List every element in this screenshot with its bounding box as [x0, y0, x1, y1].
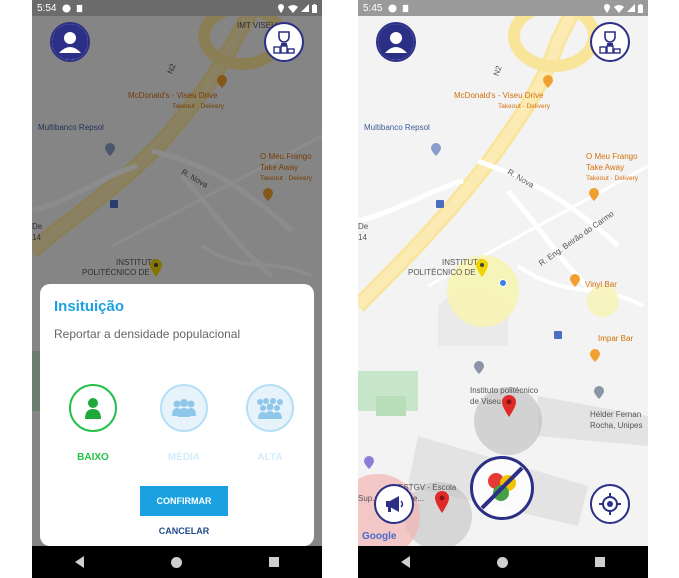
notification-icon: [62, 3, 72, 13]
avatar-icon: [378, 24, 414, 60]
crosshair-icon: [599, 493, 621, 515]
wifi-icon: [614, 4, 624, 13]
person-icon: [85, 398, 101, 419]
map-label-mcdonalds-sub: Takeout · Delivery: [498, 103, 551, 110]
map-label-ipv-2: de Viseu: [470, 397, 501, 406]
status-time: 5:54: [37, 2, 57, 14]
status-bar: 5:54: [32, 0, 322, 16]
high-density-label: ALTA: [257, 452, 283, 463]
trophy-icon: [599, 31, 621, 54]
map-label-frango-sub: Takeout · Delivery: [586, 175, 639, 182]
report-button[interactable]: [374, 484, 414, 524]
map-label-mcdonalds: McDonald's - Viseu Drive: [454, 91, 544, 100]
home-icon[interactable]: [496, 556, 508, 568]
battery-icon: [638, 3, 643, 13]
signal-icon: [627, 4, 635, 12]
dialog-title: Insituição: [54, 298, 125, 315]
low-density-label: BAIXO: [77, 452, 109, 463]
map-label-14: 14: [358, 233, 367, 242]
map-label-helder: Hélder Fernan: [590, 410, 642, 419]
status-time: 5:45: [363, 2, 383, 14]
status-icons: [277, 3, 317, 13]
group-icon: [172, 399, 196, 417]
density-option-low[interactable]: BAIXO: [68, 384, 118, 463]
phone-screen-map: 5:45 McDonald's - Viseu Drive Takeout · …: [358, 0, 648, 578]
location-icon: [604, 3, 610, 13]
google-logo: Google: [362, 531, 397, 542]
avatar-icon: [52, 24, 88, 60]
map-label-vinyl: Vinyl Bar: [585, 280, 617, 289]
recents-icon[interactable]: [268, 557, 279, 567]
restaurant-pin-icon: [543, 75, 553, 88]
toggle-density-layer-button[interactable]: [470, 456, 534, 520]
cancel-button[interactable]: CANCELAR: [140, 524, 228, 538]
status-icons: [603, 3, 643, 13]
signal-icon: [301, 4, 309, 12]
sd-card-icon: [403, 4, 409, 12]
medium-density-button[interactable]: [160, 384, 208, 432]
navigation-bar: [32, 546, 322, 578]
crowd-icon: [257, 398, 283, 419]
sd-card-icon: [77, 4, 83, 12]
confirm-button[interactable]: CONFIRMAR: [140, 486, 228, 516]
ranking-button[interactable]: [590, 22, 630, 62]
home-icon[interactable]: [170, 556, 182, 568]
battery-icon: [312, 3, 317, 13]
high-density-button[interactable]: [246, 384, 294, 432]
map-label-frango-2: Take Away: [586, 163, 625, 172]
phone-screen-report-dialog: 5:54 IMT VISEU McDonald's - Viseu Drive …: [32, 0, 322, 578]
profile-button[interactable]: [376, 22, 416, 62]
status-bar: 5:45: [358, 0, 648, 16]
map-label-frango: O Meu Frango: [586, 152, 638, 161]
location-icon: [278, 3, 284, 13]
red-pin-icon[interactable]: [502, 395, 516, 417]
back-icon[interactable]: [75, 556, 85, 568]
yellow-pin-icon[interactable]: [476, 259, 488, 277]
parking-pin-icon: [364, 456, 374, 469]
back-icon[interactable]: [401, 556, 411, 568]
wifi-icon: [288, 4, 298, 13]
traffic-off-icon: [480, 466, 524, 510]
map-label-instituto-2: POLITÉCNICO DE: [408, 268, 476, 277]
notification-icon: [388, 3, 398, 13]
map-label-impar: Impar Bar: [598, 334, 634, 343]
dialog-message: Reportar a densidade populacional: [54, 327, 241, 341]
map-label-multibanco: Multibanco Repsol: [364, 123, 430, 132]
megaphone-icon: [386, 496, 404, 512]
bank-pin-icon: [431, 143, 441, 156]
medium-density-label: MÉDIA: [167, 452, 201, 463]
profile-button[interactable]: [50, 22, 90, 62]
density-option-high[interactable]: ALTA: [245, 384, 295, 463]
red-pin-icon-2[interactable]: [435, 491, 449, 513]
school-pin-icon: [474, 361, 484, 374]
map-label-helder-2: Rocha, Unipes: [590, 421, 643, 430]
bus-stop-icon-2: [554, 331, 562, 339]
my-location-dot-icon: [499, 279, 507, 287]
trophy-icon: [273, 31, 295, 54]
place-pin-icon: [594, 386, 604, 399]
bar-pin-icon-2: [590, 349, 600, 362]
restaurant-pin-icon-2: [589, 188, 599, 201]
ranking-button[interactable]: [264, 22, 304, 62]
bus-stop-icon: [436, 200, 444, 208]
navigation-bar: [358, 546, 648, 578]
my-location-button[interactable]: [590, 484, 630, 524]
bar-pin-icon: [570, 274, 580, 287]
report-density-dialog: Insituição Reportar a densidade populaci…: [40, 284, 314, 546]
recents-icon[interactable]: [594, 557, 605, 567]
map-label-de: De: [358, 222, 369, 231]
density-option-medium[interactable]: MÉDIA: [159, 384, 209, 463]
low-density-button[interactable]: [69, 384, 117, 432]
